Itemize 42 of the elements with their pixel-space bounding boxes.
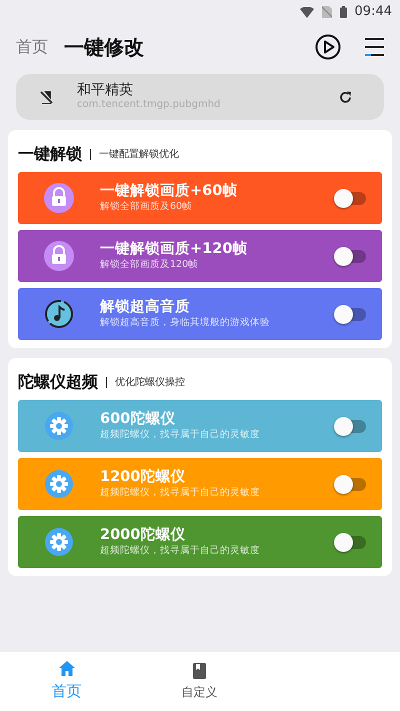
menu-icon[interactable] xyxy=(365,37,384,57)
option-title: 1200陀螺仪 xyxy=(100,469,186,487)
option-title: 解锁超高音质 xyxy=(100,299,191,317)
option-description: 解锁全部画质及60帧 xyxy=(100,200,194,213)
gear-icon xyxy=(45,528,73,556)
status-time: 09:44 xyxy=(354,3,392,22)
no-sim-icon xyxy=(322,6,332,18)
book-icon xyxy=(193,662,206,678)
toggle-switch[interactable] xyxy=(336,192,366,204)
back-label[interactable]: 首页 xyxy=(16,35,48,59)
toggle-switch[interactable] xyxy=(336,536,366,548)
muted-icon xyxy=(40,90,53,104)
section-title: 陀螺仪超频 xyxy=(18,371,98,393)
option-title: 600陀螺仪 xyxy=(100,411,176,429)
lock-icon xyxy=(44,183,74,213)
section-title: 一键解锁 xyxy=(18,143,82,165)
option-title: 2000陀螺仪 xyxy=(100,527,186,545)
option-description: 超频陀螺仪，找寻属于自己的灵敏度 xyxy=(100,544,261,557)
toggle-switch[interactable] xyxy=(336,420,366,432)
section-subtitle: 一键配置解锁优化 xyxy=(99,148,179,162)
battery-icon xyxy=(340,6,347,18)
toggle-switch[interactable] xyxy=(336,250,366,262)
wifi-icon xyxy=(300,6,314,18)
refresh-icon[interactable] xyxy=(339,90,352,104)
page-title: 一键修改 xyxy=(64,34,144,61)
nav-tab[interactable]: 自定义 xyxy=(133,652,266,711)
play-icon[interactable] xyxy=(315,34,341,60)
lock-icon xyxy=(44,241,74,271)
section-subtitle: 优化陀螺仪操控 xyxy=(115,376,185,390)
gear-icon xyxy=(45,470,73,498)
toggle-switch[interactable] xyxy=(336,308,366,320)
music-note-icon xyxy=(44,299,74,329)
option-title: 一键解锁画质+120帧 xyxy=(100,241,248,259)
option-description: 超频陀螺仪，找寻属于自己的灵敏度 xyxy=(100,486,261,499)
gear-icon xyxy=(45,412,73,440)
option-description: 超频陀螺仪，找寻属于自己的灵敏度 xyxy=(100,428,261,441)
option-description: 解锁全部画质及120帧 xyxy=(100,258,200,271)
option-title: 一键解锁画质+60帧 xyxy=(100,183,238,201)
home-icon xyxy=(58,660,74,676)
option-description: 解锁超高音质，身临其境般的游戏体验 xyxy=(100,316,271,329)
game-name: 和平精英 xyxy=(77,83,134,99)
toggle-switch[interactable] xyxy=(336,478,366,490)
